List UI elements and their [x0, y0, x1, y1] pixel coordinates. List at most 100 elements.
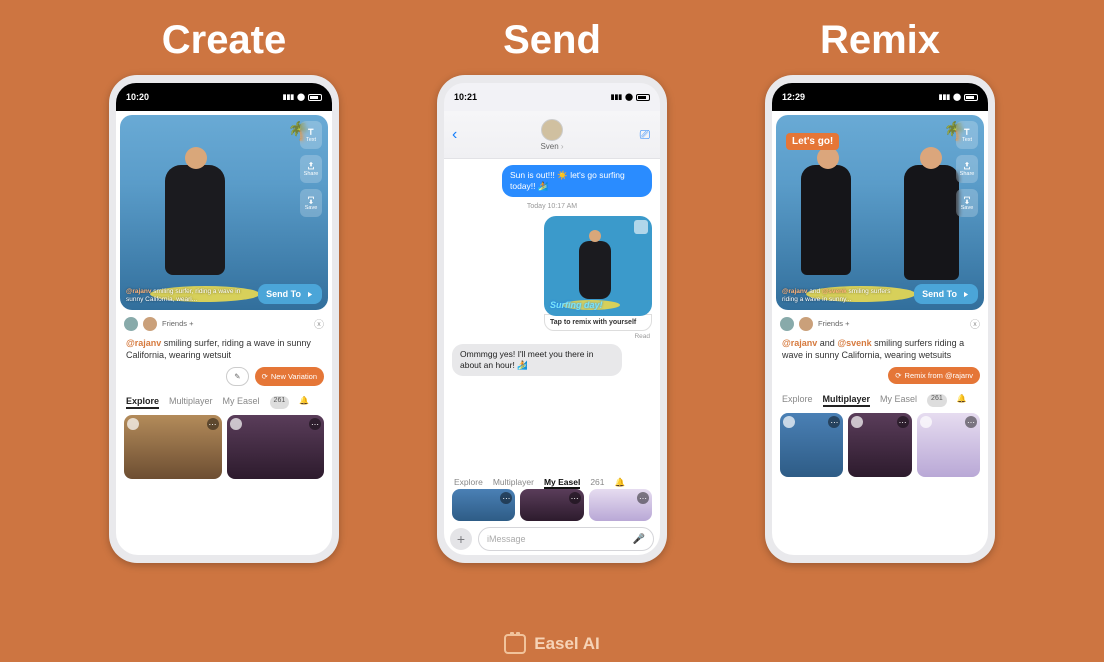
remix-from-button[interactable]: ⟳ Remix from @rajanv [888, 367, 980, 384]
column-create: Create 10:20 ▮▮▮ ⬤ 🌴 Text Share [89, 18, 359, 563]
tool-rail: Text Share Save [956, 121, 978, 217]
title-send: Send [503, 18, 601, 63]
battery-icon [308, 94, 322, 101]
thumbnail[interactable]: ⋯ [227, 415, 325, 479]
thumbnail[interactable]: ⋯ [917, 413, 980, 477]
tab-myeasel[interactable]: My Easel [880, 394, 917, 407]
image-overlay-text: Surfing day! [550, 300, 603, 310]
attach-button[interactable]: + [450, 528, 472, 550]
status-time: 12:29 [782, 92, 805, 102]
avatar[interactable] [799, 317, 813, 331]
send-to-button[interactable]: Send To [914, 284, 978, 304]
title-remix: Remix [820, 18, 940, 63]
compose-input[interactable]: iMessage 🎤 [478, 527, 654, 551]
battery-icon [964, 94, 978, 101]
tab-multiplayer[interactable]: Multiplayer [493, 477, 534, 489]
status-bar: 10:21 ▮▮▮ ⬤ [444, 83, 660, 111]
status-time: 10:21 [454, 92, 477, 102]
status-indicators: ▮▮▮ ⬤ [611, 93, 650, 101]
surfer-right [904, 165, 959, 280]
thumbnail[interactable]: ⋯ [848, 413, 911, 477]
share-tool[interactable]: Share [300, 155, 322, 183]
back-icon[interactable]: ‹ [452, 126, 457, 144]
share-tool[interactable]: Share [956, 155, 978, 183]
thumbnail[interactable]: ⋯ [780, 413, 843, 477]
thumbnail[interactable]: ⋯ [124, 415, 222, 479]
hero-image: 🌴 Let's go! Text Share Save @rajanv and … [776, 115, 984, 310]
status-bar: 12:29 ▮▮▮ ⬤ [772, 83, 988, 111]
status-indicators: ▮▮▮ ⬤ [939, 93, 978, 101]
prompt-text: @rajanv smiling surfer, riding a wave in… [116, 337, 332, 365]
friends-chip[interactable]: Friends + [162, 319, 193, 328]
friends-row: Friends + ⓧ [116, 310, 332, 337]
remix-prompt-pill[interactable]: Tap to remix with yourself [544, 314, 652, 331]
tab-explore[interactable]: Explore [454, 477, 483, 489]
friends-row: Friends + ⓧ [772, 310, 988, 337]
phone-remix: 12:29 ▮▮▮ ⬤ 🌴 Let's go! Text Share [765, 75, 995, 563]
new-variation-button[interactable]: ⟳ New Variation [255, 367, 324, 386]
text-tool[interactable]: Text [956, 121, 978, 149]
tab-multiplayer[interactable]: Multiplayer [169, 396, 213, 409]
count-badge: 261 [927, 394, 947, 407]
tab-explore[interactable]: Explore [126, 396, 159, 409]
incoming-message: Ommmgg yes! I'll meet you there in about… [452, 344, 622, 376]
hero-caption: @rajanv smiling surfer, riding a wave in… [126, 288, 246, 304]
signal-icon: ▮▮▮ [939, 93, 951, 101]
tabs: Explore Multiplayer My Easel 261 🔔 [772, 390, 988, 409]
video-call-icon[interactable]: ⎚ [640, 127, 650, 143]
chat-header: ‹ Sven ⎚ [444, 111, 660, 159]
thumbnail[interactable]: ⋯ [520, 489, 583, 521]
bell-icon[interactable]: 🔔 [299, 396, 309, 409]
friends-chip[interactable]: Friends + [818, 319, 849, 328]
tab-explore[interactable]: Explore [782, 394, 813, 407]
edit-button[interactable]: ✎ [226, 367, 248, 386]
status-indicators: ▮▮▮ ⬤ [283, 93, 322, 101]
column-send: Send 10:21 ▮▮▮ ⬤ ‹ Sven ⎚ [417, 18, 687, 563]
avatar[interactable] [124, 317, 138, 331]
close-icon[interactable]: ⓧ [970, 316, 980, 331]
bell-icon[interactable]: 🔔 [615, 477, 626, 489]
hero-badge: Let's go! [786, 133, 839, 150]
timestamp: Today 10:17 AM [452, 203, 652, 210]
signal-icon: ▮▮▮ [283, 93, 295, 101]
text-tool[interactable]: Text [300, 121, 322, 149]
keyboard-tabs: Explore Multiplayer My Easel 261 🔔 [444, 473, 660, 489]
easel-logo-icon [504, 634, 526, 654]
wifi-icon: ⬤ [953, 93, 961, 101]
surfer-figure [165, 165, 225, 275]
thumbnail[interactable]: ⋯ [452, 489, 515, 521]
read-receipt: Read [454, 333, 650, 340]
save-tool[interactable]: Save [300, 189, 322, 217]
close-icon[interactable]: ⓧ [314, 316, 324, 331]
tab-myeasel[interactable]: My Easel [544, 477, 580, 489]
contact-name[interactable]: Sven [540, 142, 563, 151]
bell-icon[interactable]: 🔔 [957, 394, 967, 407]
keyboard-thumbs: ⋯ ⋯ ⋯ [452, 489, 652, 521]
title-create: Create [162, 18, 287, 63]
tab-multiplayer[interactable]: Multiplayer [823, 394, 871, 407]
compose-placeholder: iMessage [487, 534, 526, 544]
thumbnail-row: ⋯ ⋯ [116, 411, 332, 483]
phone-create: 10:20 ▮▮▮ ⬤ 🌴 Text Share Save [109, 75, 339, 563]
avatar[interactable] [143, 317, 157, 331]
status-time: 10:20 [126, 92, 149, 102]
image-message[interactable]: Surfing day! [544, 216, 652, 316]
count-badge: 261 [270, 396, 290, 409]
battery-icon [636, 94, 650, 101]
surfer-left [801, 165, 851, 275]
brand-name: Easel AI [534, 634, 600, 654]
hero-image: 🌴 Text Share Save @rajanv smiling surfer… [120, 115, 328, 310]
wifi-icon: ⬤ [297, 93, 305, 101]
hero-caption: @rajanv and @svenk smiling surfers ridin… [782, 288, 902, 304]
outgoing-message: Sun is out!!! ☀️ let's go surfing today!… [502, 165, 652, 197]
compose-row: + iMessage 🎤 [450, 527, 654, 551]
mic-icon[interactable]: 🎤 [633, 534, 645, 545]
wifi-icon: ⬤ [625, 93, 633, 101]
tab-myeasel[interactable]: My Easel [223, 396, 260, 409]
count-badge: 261 [590, 477, 604, 489]
save-tool[interactable]: Save [956, 189, 978, 217]
avatar[interactable] [780, 317, 794, 331]
contact-avatar[interactable] [541, 119, 563, 141]
send-to-button[interactable]: Send To [258, 284, 322, 304]
thumbnail[interactable]: ⋯ [589, 489, 652, 521]
